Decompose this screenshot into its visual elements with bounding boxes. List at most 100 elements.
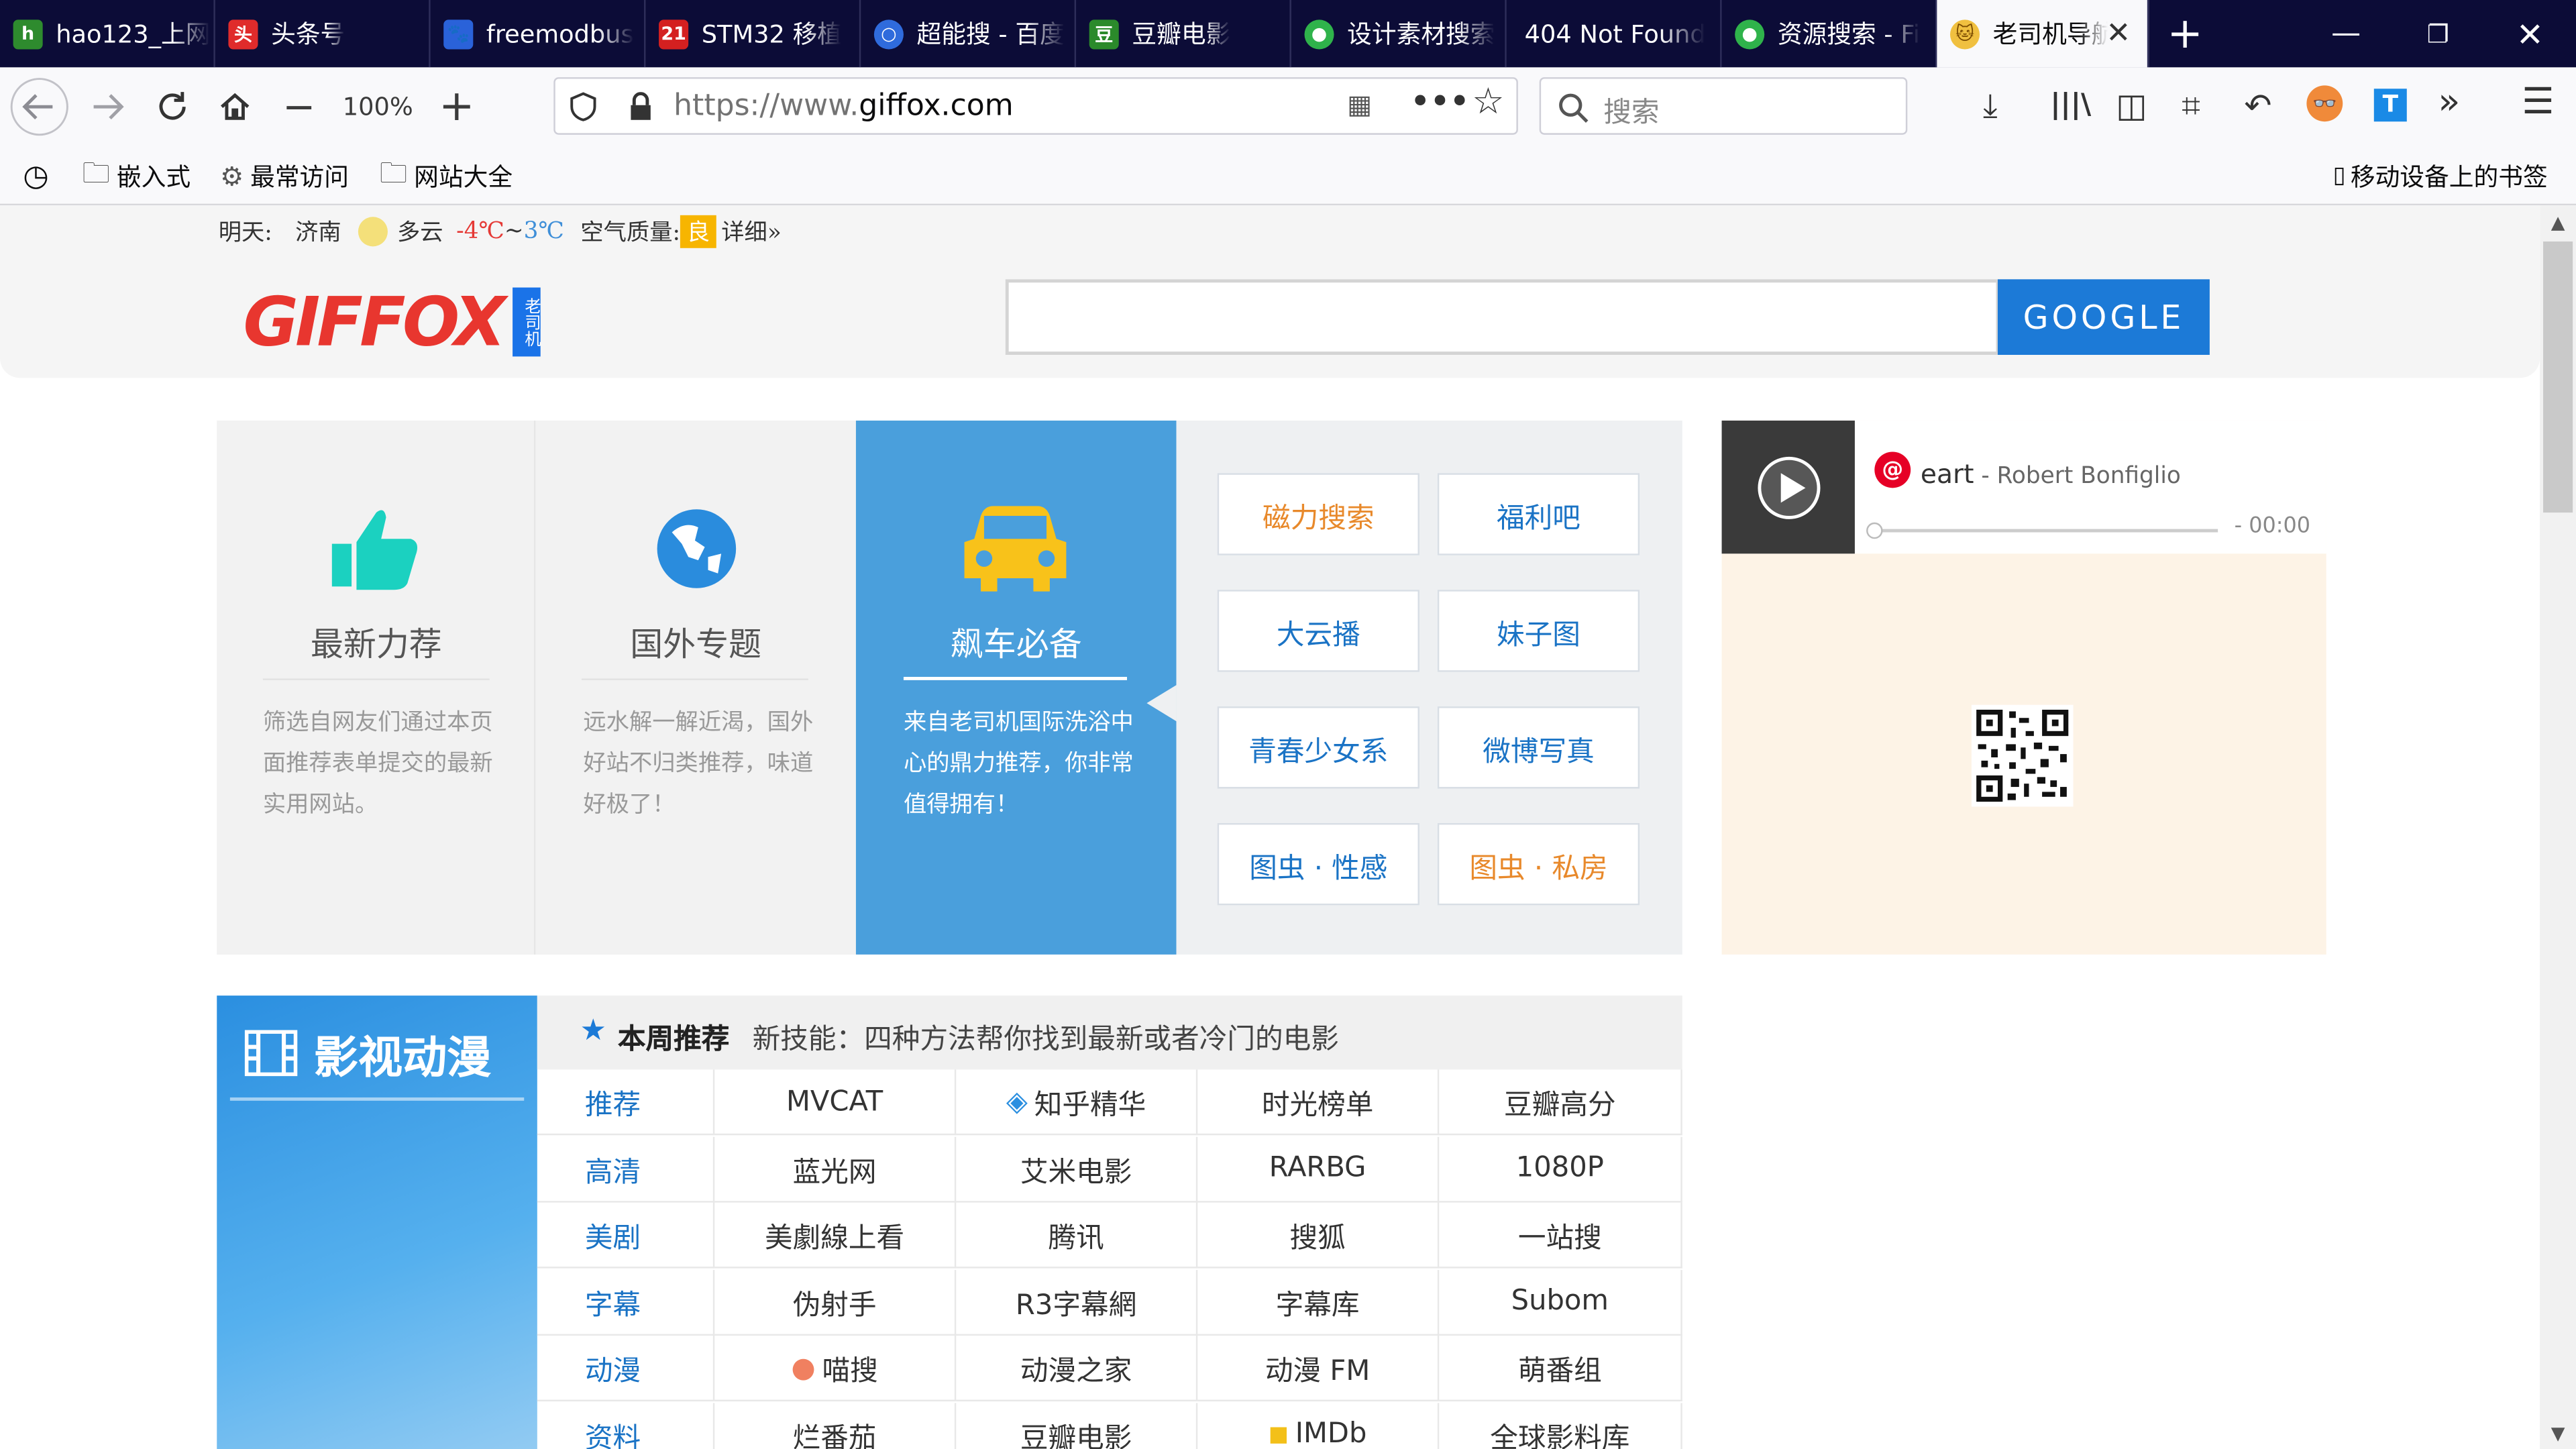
browser-search-bar[interactable]: 搜索 — [1539, 77, 1908, 135]
bookmark-embedded[interactable]: 🗀 嵌入式 — [82, 146, 191, 205]
close-window-button[interactable]: ✕ — [2484, 0, 2576, 67]
tab-design[interactable]: ● 设计素材搜索 — [1291, 0, 1507, 68]
category-label[interactable]: 字幕 — [537, 1269, 715, 1335]
table-cell-link[interactable]: 腾讯 — [956, 1202, 1198, 1269]
table-cell-link[interactable]: 字幕库 — [1197, 1269, 1440, 1335]
zoom-level[interactable]: 100% — [329, 67, 427, 146]
table-cell-link[interactable]: Subom — [1439, 1269, 1682, 1335]
progress-handle[interactable] — [1866, 522, 1883, 539]
weekly-article-link[interactable]: 新技能：四种方法帮你找到最新或者冷门的电影 — [753, 1015, 1339, 1057]
restore-button[interactable]: ❐ — [2392, 0, 2484, 67]
table-cell-link[interactable]: R3字幕網 — [956, 1269, 1198, 1335]
overflow-chevron-icon[interactable]: » — [2438, 82, 2460, 123]
qrcode-icon[interactable]: ▦ — [1347, 89, 1380, 121]
tab-stm32[interactable]: 21 STM32 移植 — [645, 0, 861, 68]
table-cell-link[interactable]: ◈ 知乎精华 — [956, 1069, 1198, 1136]
feature-latest[interactable]: 最新力荐 筛选自网友们通过本页面推荐表单提交的最新实用网站。 — [217, 420, 536, 955]
table-cell-link[interactable]: 艾米电影 — [956, 1136, 1198, 1202]
album-cover[interactable] — [1721, 420, 1855, 554]
star-icon[interactable]: ☆ — [1472, 82, 1504, 123]
url-bar[interactable]: https://www. giffox.com ▦ ••• ☆ — [553, 77, 1518, 135]
table-cell-link[interactable]: 时光榜单 — [1197, 1069, 1440, 1136]
quicklink-meizitu[interactable]: 妹子图 — [1437, 590, 1640, 672]
section-title[interactable]: 影视动漫 — [244, 1024, 491, 1083]
giffox-logo[interactable]: GIFFOX 老司机 — [243, 282, 541, 362]
google-search-button[interactable]: GOOGLE — [1997, 279, 2210, 355]
history-clock-icon[interactable]: ◷ — [23, 146, 48, 205]
table-cell-link[interactable]: 烂番茄 — [714, 1402, 957, 1449]
close-tab-icon[interactable]: ✕ — [2106, 16, 2131, 50]
weather-detail-link[interactable]: 详细» — [721, 215, 782, 248]
table-cell-link[interactable]: MVCAT — [714, 1069, 957, 1136]
table-cell-label: 动漫 FM — [1265, 1355, 1371, 1389]
extension-owl-icon[interactable]: 👓 — [2306, 85, 2343, 122]
quicklink-dayunbo[interactable]: 大云播 — [1217, 590, 1419, 672]
tab-toutiao[interactable]: 头 头条号 — [215, 0, 431, 68]
table-cell-link[interactable]: 蓝光网 — [714, 1136, 957, 1202]
table-cell-link[interactable]: 豆瓣高分 — [1439, 1069, 1682, 1136]
scroll-thumb[interactable] — [2543, 241, 2573, 513]
new-tab-button[interactable]: + — [2149, 0, 2221, 67]
tab-douban[interactable]: 豆 豆瓣电影 — [1076, 0, 1291, 68]
tab-404[interactable]: 404 Not Found — [1507, 0, 1722, 68]
table-cell-link[interactable]: 1080P — [1439, 1136, 1682, 1202]
reload-button[interactable] — [145, 67, 201, 146]
shield-icon[interactable] — [568, 92, 598, 121]
category-label[interactable]: 动漫 — [537, 1336, 715, 1401]
table-cell-link[interactable]: ■ IMDb — [1197, 1402, 1440, 1449]
translate-t-icon[interactable]: T — [2373, 89, 2407, 122]
sidebar-icon[interactable]: ◫ — [2116, 85, 2147, 125]
bookmark-most-visited[interactable]: ⚙ 最常访问 — [220, 146, 349, 205]
back-button[interactable] — [7, 67, 72, 146]
quicklink-magnet-search[interactable]: 磁力搜索 — [1217, 473, 1419, 555]
library-icon[interactable]: |||\ — [2050, 89, 2091, 121]
table-cell-link[interactable]: ● 喵搜 — [714, 1336, 957, 1401]
tab-resource-search[interactable]: ● 资源搜索 - Fi — [1722, 0, 1937, 68]
tab-hao123[interactable]: h hao123_上网 — [0, 0, 215, 68]
category-label[interactable]: 高清 — [537, 1136, 715, 1202]
category-label[interactable]: 推荐 — [537, 1069, 715, 1136]
scroll-down-arrow-icon[interactable]: ▼ — [2540, 1416, 2576, 1449]
quicklink-tuchong-sexy[interactable]: 图虫 · 性感 — [1217, 822, 1419, 906]
progress-bar[interactable] — [1874, 529, 2218, 533]
weather-city[interactable]: 济南 — [295, 215, 341, 248]
bookmark-site-directory[interactable]: 🗀 网站大全 — [380, 146, 513, 205]
table-cell-link[interactable]: 动漫 FM — [1197, 1336, 1440, 1401]
table-cell-link[interactable]: 萌番组 — [1439, 1336, 1682, 1401]
quicklink-weibo-photos[interactable]: 微博写真 — [1437, 706, 1640, 789]
minimize-button[interactable]: — — [2300, 0, 2392, 67]
page-scrollbar[interactable]: ▲ ▼ — [2540, 205, 2576, 1449]
forward-button[interactable] — [79, 67, 135, 146]
quicklink-youth-girls[interactable]: 青春少女系 — [1217, 706, 1419, 789]
table-cell-link[interactable]: 伪射手 — [714, 1269, 957, 1335]
table-cell-link[interactable]: RARBG — [1197, 1136, 1440, 1202]
lock-icon[interactable] — [628, 92, 654, 121]
play-icon[interactable] — [1756, 455, 1822, 521]
page-actions-icon[interactable]: ••• — [1409, 82, 1470, 123]
table-cell-link[interactable]: 豆瓣电影 — [956, 1402, 1198, 1449]
screenshot-crop-icon[interactable]: ⌗ — [2182, 85, 2200, 125]
tab-laosiji-active[interactable]: 🐱 老司机导航 ✕ — [1937, 0, 2149, 68]
table-cell-link[interactable]: 一站搜 — [1439, 1202, 1682, 1269]
menu-icon[interactable]: ☰ — [2522, 82, 2554, 123]
category-label[interactable]: 美剧 — [537, 1202, 715, 1269]
home-button[interactable] — [207, 67, 263, 146]
table-cell-link[interactable]: 搜狐 — [1197, 1202, 1440, 1269]
tab-freemodbus[interactable]: 🐾 freemodbus — [431, 0, 646, 68]
table-cell-link[interactable]: 全球影料库 — [1439, 1402, 1682, 1449]
table-cell-link[interactable]: 动漫之家 — [956, 1336, 1198, 1401]
feature-driving-essential[interactable]: 飙车必备 来自老司机国际洗浴中心的鼎力推荐，你非常值得拥有！ — [855, 420, 1177, 955]
zoom-in-button[interactable]: + — [431, 67, 483, 146]
tab-chaonengsou[interactable]: ○ 超能搜 - 百度 — [861, 0, 1077, 68]
mobile-bookmarks[interactable]: ▯ 移动设备上的书签 — [2333, 146, 2548, 205]
download-icon[interactable]: ⤓ — [1983, 85, 1998, 125]
feature-foreign[interactable]: 国外专题 远水解一解近渴，国外好站不归类推荐，味道好极了！ — [535, 420, 856, 955]
quicklink-tuchong-private[interactable]: 图虫 · 私房 — [1437, 822, 1640, 906]
scroll-up-arrow-icon[interactable]: ▲ — [2540, 205, 2576, 238]
quicklink-fuliba[interactable]: 福利吧 — [1437, 473, 1640, 555]
zoom-out-button[interactable]: − — [273, 67, 325, 146]
site-search-input[interactable] — [1005, 279, 2000, 355]
table-cell-link[interactable]: 美劇線上看 — [714, 1202, 957, 1269]
undo-icon[interactable]: ↶ — [2244, 85, 2271, 125]
category-label[interactable]: 资料 — [537, 1402, 715, 1449]
